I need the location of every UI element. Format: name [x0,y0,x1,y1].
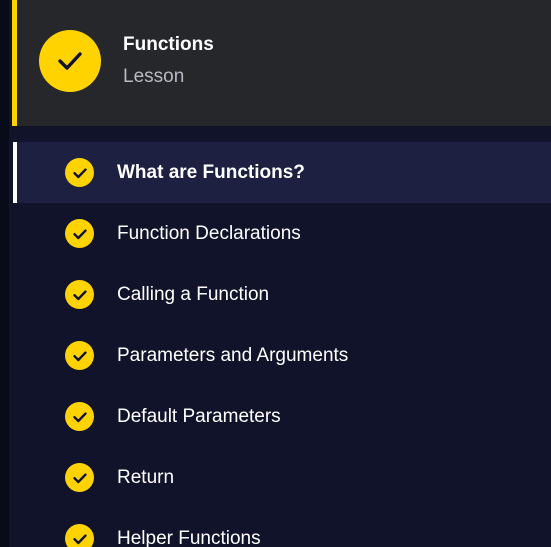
lesson-item-label: Default Parameters [117,405,281,427]
check-icon [65,219,94,248]
lesson-title: Functions [123,34,214,55]
check-icon [65,158,94,187]
lesson-item-parameters-and-arguments[interactable]: Parameters and Arguments [13,325,551,386]
lesson-item-what-are-functions[interactable]: What are Functions? [13,142,551,203]
check-icon [65,402,94,431]
lesson-item-label: Parameters and Arguments [117,344,349,366]
lesson-item-label: Helper Functions [117,527,261,547]
check-icon [58,52,82,70]
lesson-item-label: Return [117,466,175,488]
lesson-complete-check-icon [39,30,101,92]
lesson-item-helper-functions[interactable]: Helper Functions [13,508,551,547]
lesson-item-list: What are Functions? Function Declaration… [13,142,551,547]
header-accent-bar [12,0,17,126]
lesson-item-default-parameters[interactable]: Default Parameters [13,386,551,447]
lesson-item-calling-a-function[interactable]: Calling a Function [13,264,551,325]
lesson-item-return[interactable]: Return [13,447,551,508]
header-separator [13,126,551,142]
check-icon [65,341,94,370]
check-icon [65,524,94,547]
lesson-item-label: Function Declarations [117,222,301,244]
lesson-item-function-declarations[interactable]: Function Declarations [13,203,551,264]
active-indicator [13,142,17,203]
lesson-sidebar: Functions Lesson What are Functions? Fun… [0,0,551,547]
check-icon [65,280,94,309]
lesson-type: Lesson [123,66,185,87]
lesson-item-label: Calling a Function [117,283,270,305]
check-icon [65,463,94,492]
lesson-item-label: What are Functions? [117,161,305,183]
sidebar-edge [0,0,9,547]
